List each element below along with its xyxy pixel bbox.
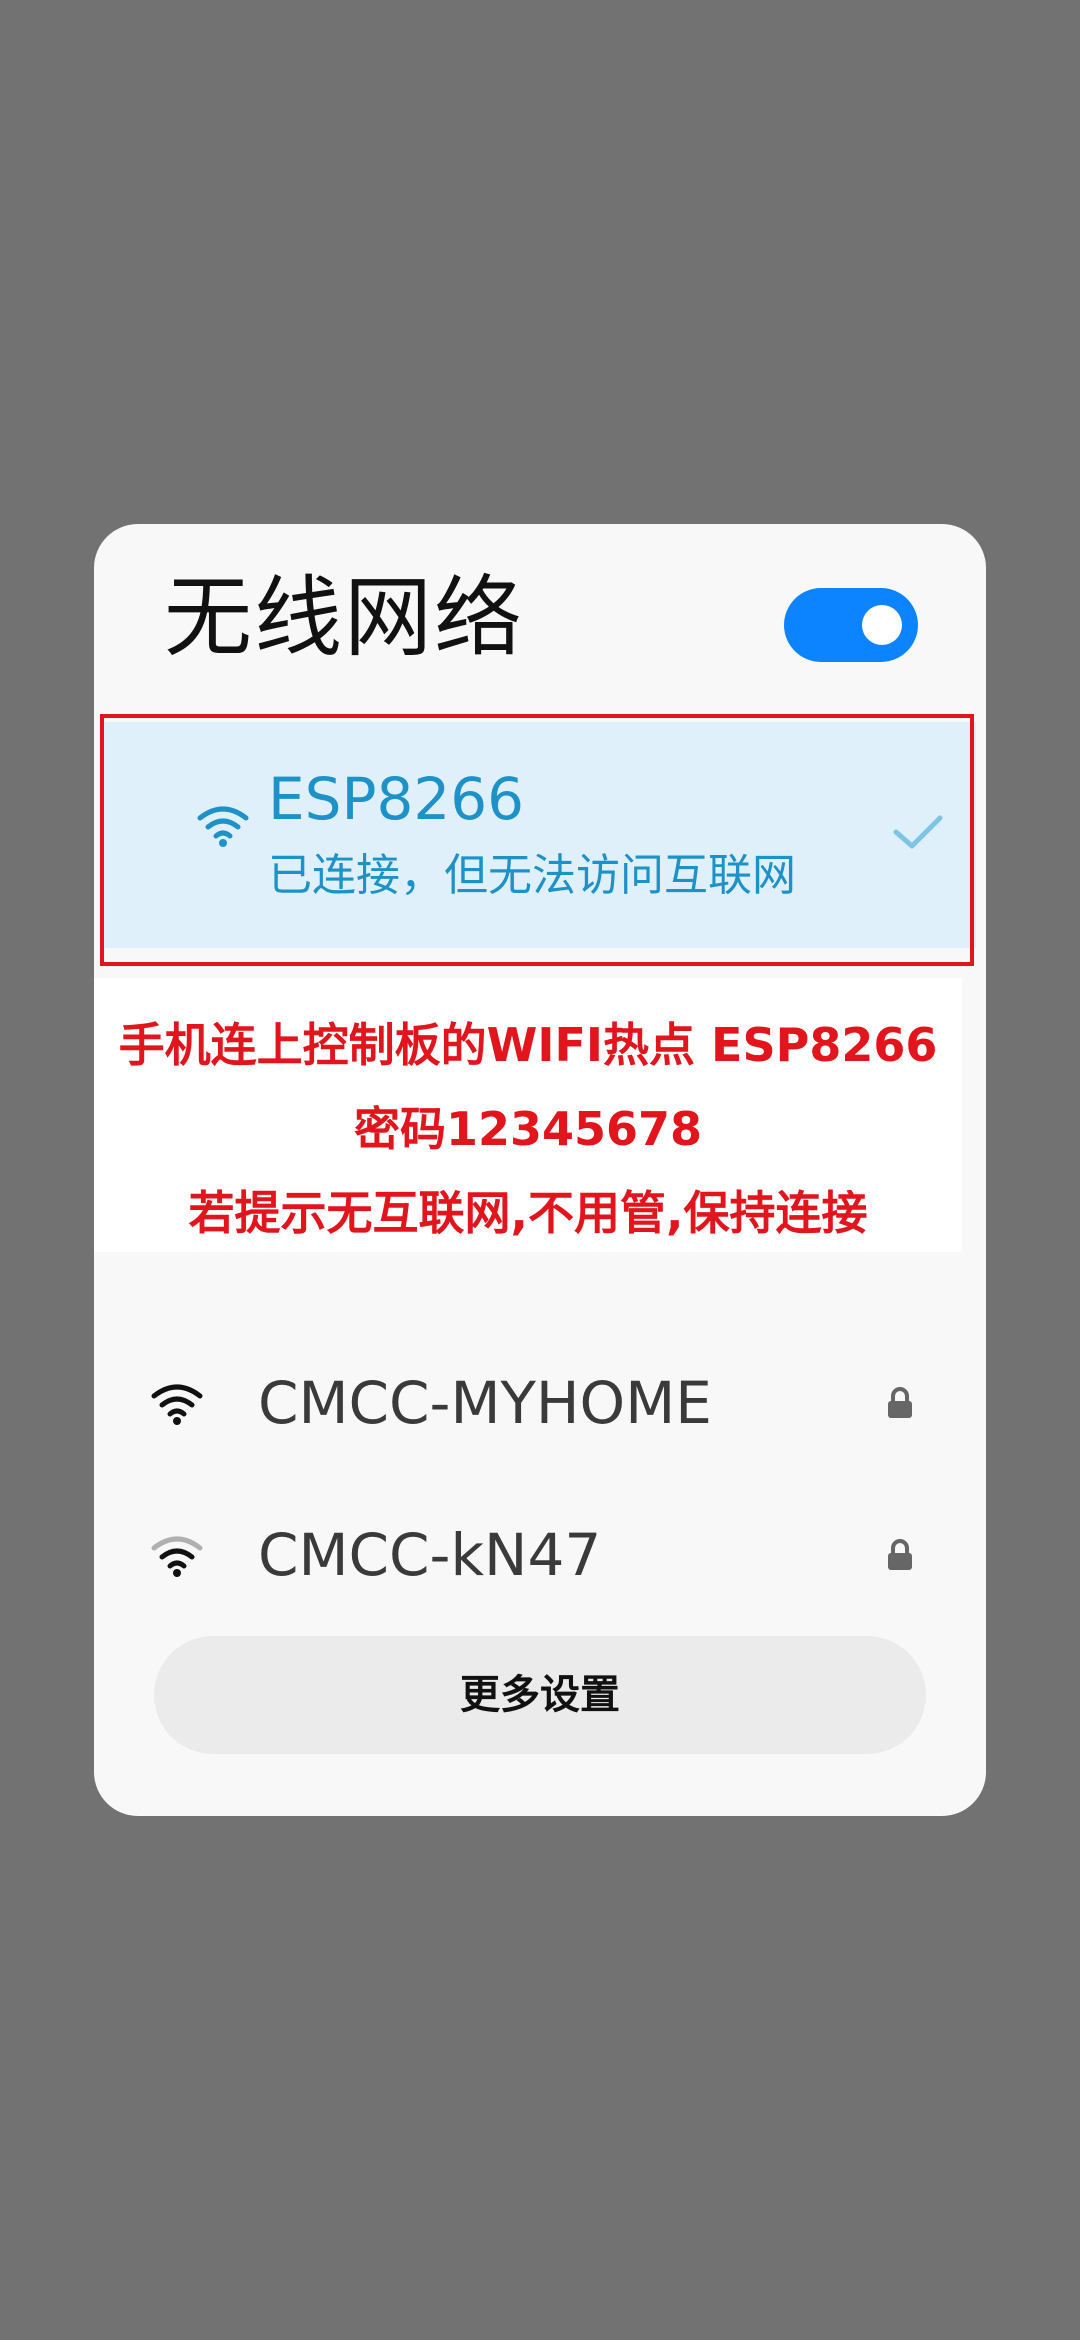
wifi-icon [151,1384,203,1425]
dialog-title: 无线网络 [164,566,525,669]
wifi-icon [151,1536,203,1577]
network-row[interactable]: CMCC-MYHOME [94,1332,986,1472]
network-name: CMCC-kN47 [258,1521,602,1589]
notice-line: 手机连上控制板的WIFI热点 ESP8266 [118,1018,938,1072]
toggle-knob [862,605,902,645]
more-settings-button[interactable]: 更多设置 [154,1636,926,1754]
instruction-notice: 手机连上控制板的WIFI热点 ESP8266 密码12345678 若提示无互联… [94,978,962,1252]
highlight-frame [100,714,974,966]
lock-icon [888,1539,912,1570]
network-row[interactable]: CMCC-kN47 [94,1484,986,1624]
wifi-toggle[interactable] [784,588,918,662]
screen: 无线网络 ESP8266 已连接，但无法访问互联网 手机连上控制板的WIFI热点… [0,0,1080,2340]
network-name: CMCC-MYHOME [258,1369,712,1437]
notice-line: 密码12345678 [353,1102,703,1156]
notice-line: 若提示无互联网,不用管,保持连接 [188,1186,868,1240]
lock-icon [888,1387,912,1418]
